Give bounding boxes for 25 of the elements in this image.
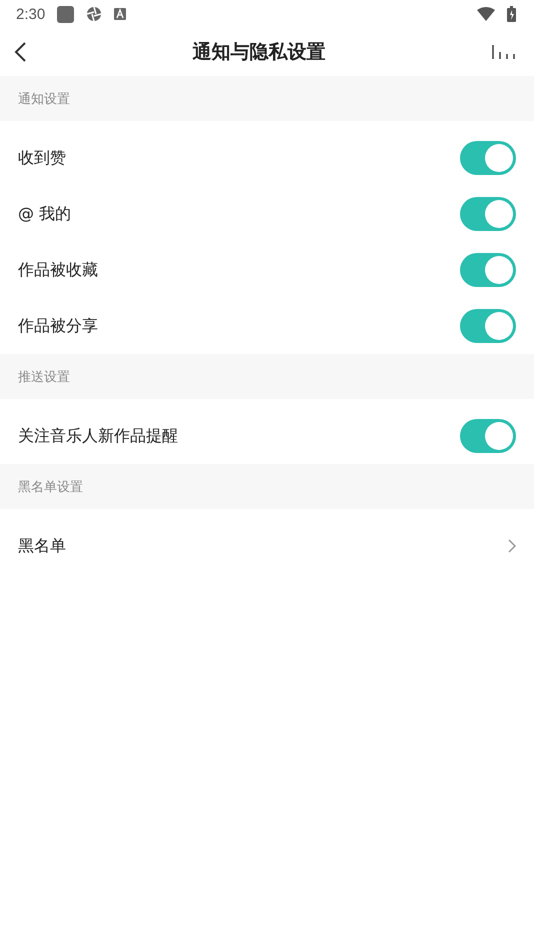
toggle-switch[interactable]: [460, 419, 516, 453]
bars-icon[interactable]: [492, 45, 516, 59]
app-icon: [57, 6, 74, 22]
toggle-switch[interactable]: [460, 309, 516, 343]
page-title: 通知与隐私设置: [192, 40, 326, 65]
setting-label: 作品被收藏: [18, 260, 98, 280]
setting-label: 作品被分享: [18, 316, 98, 336]
list-item[interactable]: 黑名单: [0, 518, 534, 574]
toggle-switch[interactable]: [460, 141, 516, 175]
status-time: 2:30: [16, 6, 46, 22]
back-icon[interactable]: [14, 42, 26, 62]
battery-icon: [507, 6, 516, 22]
setting-label: 收到赞: [18, 148, 66, 168]
chevron-right-icon: [508, 539, 516, 553]
section-title: 黑名单设置: [18, 478, 83, 496]
setting-label: 黑名单: [18, 536, 66, 556]
font-icon: [114, 8, 126, 20]
setting-label: 关注音乐人新作品提醒: [18, 426, 178, 446]
aperture-icon: [86, 6, 102, 22]
toggle-switch[interactable]: [460, 197, 516, 231]
setting-label: @ 我的: [18, 204, 72, 224]
section-title: 通知设置: [18, 90, 70, 108]
wifi-icon: [477, 7, 495, 21]
toggle-switch[interactable]: [460, 253, 516, 287]
section-title: 推送设置: [18, 368, 70, 386]
